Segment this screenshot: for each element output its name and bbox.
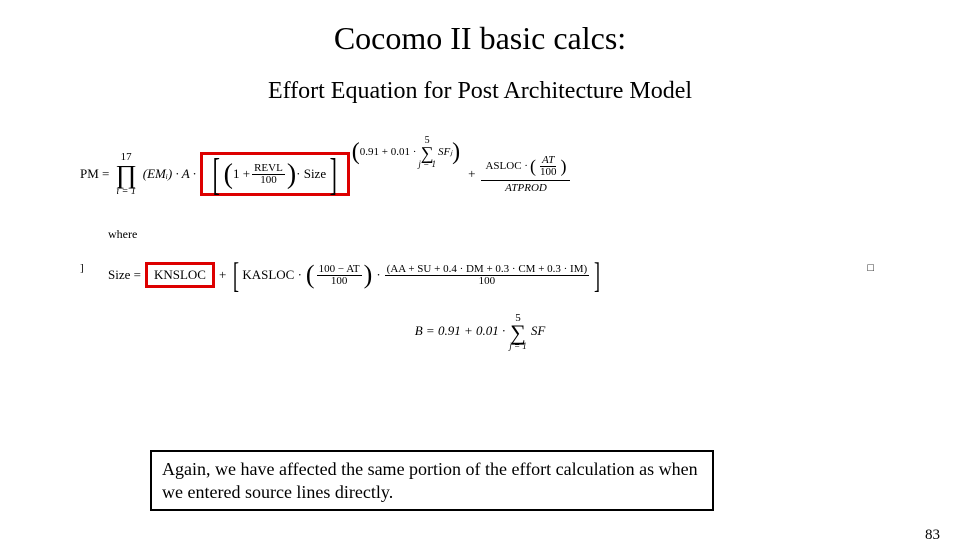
size-term: · Size [296, 166, 326, 182]
page-number: 83 [925, 527, 940, 544]
size-frac2-den: 100 [477, 276, 498, 287]
b-sum: 5 ∑ j = 1 [509, 312, 527, 352]
b-sum-bot: j = 1 [509, 341, 527, 351]
size-dot: · [376, 267, 380, 283]
product-lower: i = 1 [116, 187, 136, 197]
em-term: (EMᵢ) · A · [143, 166, 196, 182]
left-bracket-icon: [ [213, 157, 220, 192]
sigma-icon: ∑ [510, 324, 526, 342]
adjustment-frac: (AA + SU + 0.4 · DM + 0.3 · CM + 0.3 · I… [385, 264, 590, 287]
right-bracket-icon: ] [330, 157, 337, 192]
at-den: 100 [538, 167, 559, 178]
revl-highlight-box: [ ( 1 + REVL 100 ) · Size ] [200, 152, 350, 196]
kasloc-label: KASLOC · [242, 267, 302, 283]
b-sf: SF [531, 323, 545, 339]
slide-title: Cocomo II basic calcs: [0, 20, 960, 57]
product-symbol: ∏ [115, 163, 136, 186]
sigma-icon: ∑ [421, 146, 434, 160]
asloc-fraction: ASLOC · ( AT 100 ) ATPROD [481, 153, 570, 196]
asloc-term: + ASLOC · ( AT 100 ) ATPROD [468, 153, 572, 196]
one-plus: 1 + [233, 166, 250, 182]
revl-paren: ( 1 + REVL 100 ) [224, 163, 296, 186]
revl-denominator: 100 [258, 175, 279, 186]
where-label: where [108, 227, 880, 242]
size-equation: Size = KNSLOC + [ KASLOC · ( 100 − AT 10… [108, 250, 880, 300]
product-operator: 17 ∏ i = 1 [115, 152, 136, 196]
exponent-block: ( 0.91 + 0.01 · 5 ∑ j = 1 SFⱼ ) [352, 136, 460, 169]
at-fraction: AT 100 [538, 155, 559, 178]
at-frac: 100 − AT 100 [317, 264, 362, 287]
b-equation: B = 0.91 + 0.01 · 5 ∑ j = 1 SF [80, 308, 880, 354]
plus-sign: + [468, 166, 475, 182]
exp-sum-bot: j = 1 [418, 160, 436, 169]
atprod: ATPROD [501, 181, 551, 196]
size-frac1-den: 100 [329, 276, 350, 287]
exp-sum: 5 ∑ j = 1 [418, 136, 436, 169]
pm-lhs: PM = [80, 166, 109, 182]
knsloc-highlight-box: KNSLOC [145, 262, 215, 288]
revl-fraction: REVL 100 [252, 163, 285, 186]
b-lhs: B = 0.91 + 0.01 · [415, 323, 506, 339]
formula-area: PM = 17 ∏ i = 1 (EMᵢ) · A · [ ( 1 + REVL… [80, 129, 880, 354]
size-plus: + [219, 267, 226, 283]
asloc-label: ASLOC · [485, 161, 527, 172]
pm-equation: PM = 17 ∏ i = 1 (EMᵢ) · A · [ ( 1 + REVL… [80, 129, 880, 219]
slide-subtitle: Effort Equation for Post Architecture Mo… [0, 78, 960, 105]
note-box: Again, we have affected the same portion… [150, 450, 714, 511]
exp-sf: SFⱼ [438, 147, 452, 158]
exp-prefix: 0.91 + 0.01 · [360, 147, 417, 158]
size-lhs: Size = [108, 267, 141, 283]
